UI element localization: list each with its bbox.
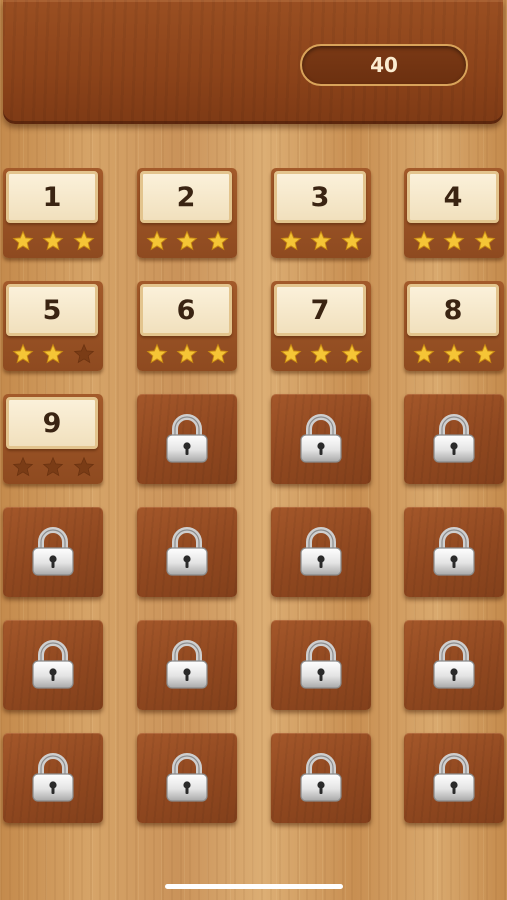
padlock-icon: [431, 414, 477, 464]
level-button-locked[interactable]: [3, 733, 103, 825]
star-icon: [474, 343, 495, 364]
star-empty-icon: [73, 343, 94, 364]
level-button[interactable]: 8: [404, 281, 504, 373]
level-number-card: 8: [407, 284, 499, 336]
star-icon: [207, 230, 228, 251]
padlock-icon: [298, 753, 344, 803]
star-icon: [280, 230, 301, 251]
star-rating: [137, 228, 237, 254]
level-number-card: 4: [407, 171, 499, 223]
padlock-icon: [431, 753, 477, 803]
score-value: 40: [370, 53, 398, 77]
top-bar: 40: [3, 0, 503, 124]
level-number: 6: [176, 294, 196, 326]
level-button[interactable]: 9: [3, 394, 103, 486]
level-button[interactable]: 7: [271, 281, 371, 373]
star-rating: [271, 341, 371, 367]
padlock-icon: [164, 640, 210, 690]
level-number-card: 7: [274, 284, 366, 336]
level-button-locked[interactable]: [271, 507, 371, 599]
level-number: 1: [42, 181, 62, 213]
star-icon: [310, 343, 332, 364]
level-number: 7: [310, 294, 330, 326]
star-empty-icon: [12, 456, 33, 477]
level-number: 4: [443, 181, 463, 213]
padlock-icon: [298, 414, 344, 464]
padlock-icon: [164, 414, 210, 464]
level-button[interactable]: 6: [137, 281, 237, 373]
padlock-icon: [298, 640, 344, 690]
padlock-icon: [431, 640, 477, 690]
star-icon: [474, 230, 495, 251]
padlock-icon: [164, 527, 210, 577]
star-icon: [341, 343, 362, 364]
star-icon: [176, 343, 198, 364]
level-button[interactable]: 4: [404, 168, 504, 260]
level-button-locked[interactable]: [404, 733, 504, 825]
star-empty-icon: [42, 456, 64, 477]
level-number: 8: [443, 294, 463, 326]
star-icon: [443, 230, 465, 251]
level-number-card: 9: [6, 397, 98, 449]
star-rating: [3, 341, 103, 367]
star-empty-icon: [73, 456, 94, 477]
star-icon: [176, 230, 198, 251]
level-number: 9: [42, 407, 62, 439]
level-button-locked[interactable]: [404, 507, 504, 599]
level-button-locked[interactable]: [3, 620, 103, 712]
star-icon: [146, 230, 167, 251]
star-icon: [280, 343, 301, 364]
level-button[interactable]: 2: [137, 168, 237, 260]
star-rating: [3, 228, 103, 254]
star-icon: [73, 230, 94, 251]
star-rating: [404, 341, 504, 367]
star-rating: [404, 228, 504, 254]
level-button[interactable]: 3: [271, 168, 371, 260]
home-indicator: [165, 884, 343, 889]
padlock-icon: [164, 753, 210, 803]
level-button[interactable]: 1: [3, 168, 103, 260]
level-button[interactable]: 5: [3, 281, 103, 373]
star-icon: [310, 230, 332, 251]
star-icon: [341, 230, 362, 251]
level-button-locked[interactable]: [137, 620, 237, 712]
level-number: 5: [42, 294, 62, 326]
level-button-locked[interactable]: [404, 394, 504, 486]
star-rating: [137, 341, 237, 367]
padlock-icon: [431, 527, 477, 577]
star-rating: [271, 228, 371, 254]
star-icon: [413, 343, 434, 364]
padlock-icon: [30, 527, 76, 577]
level-number: 3: [310, 181, 330, 213]
star-icon: [42, 230, 64, 251]
star-icon: [12, 230, 33, 251]
padlock-icon: [30, 753, 76, 803]
level-number-card: 2: [140, 171, 232, 223]
padlock-icon: [30, 640, 76, 690]
star-icon: [443, 343, 465, 364]
star-icon: [413, 230, 434, 251]
star-icon: [146, 343, 167, 364]
level-button-locked[interactable]: [137, 733, 237, 825]
level-button-locked[interactable]: [137, 394, 237, 486]
level-button-locked[interactable]: [3, 507, 103, 599]
level-number-card: 6: [140, 284, 232, 336]
level-button-locked[interactable]: [271, 394, 371, 486]
level-button-locked[interactable]: [137, 507, 237, 599]
level-number-card: 1: [6, 171, 98, 223]
level-number-card: 3: [274, 171, 366, 223]
level-button-locked[interactable]: [271, 620, 371, 712]
level-button-locked[interactable]: [404, 620, 504, 712]
score-counter: 40: [300, 44, 468, 86]
level-number-card: 5: [6, 284, 98, 336]
star-rating: [3, 454, 103, 480]
star-icon: [12, 343, 33, 364]
star-icon: [42, 343, 64, 364]
level-number: 2: [176, 181, 196, 213]
star-icon: [207, 343, 228, 364]
level-button-locked[interactable]: [271, 733, 371, 825]
padlock-icon: [298, 527, 344, 577]
